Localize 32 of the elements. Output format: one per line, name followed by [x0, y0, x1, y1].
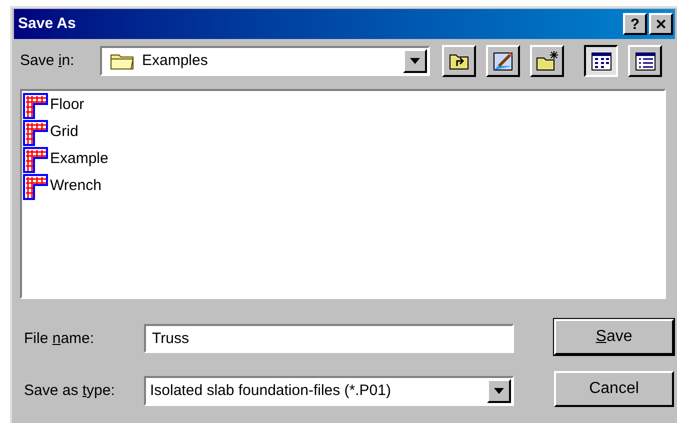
desktop-icon: [491, 49, 515, 73]
file-item[interactable]: Wrench: [23, 173, 664, 200]
new-folder-button[interactable]: [530, 45, 564, 77]
save-in-dropdown[interactable]: Examples: [100, 46, 430, 76]
dropdown-button[interactable]: [403, 49, 427, 73]
desktop-button[interactable]: [486, 45, 520, 77]
grid-file-icon: [23, 92, 49, 118]
close-button[interactable]: ×: [649, 13, 673, 35]
save-as-type-label: Save as type:: [24, 380, 116, 400]
file-name-field[interactable]: Truss: [144, 324, 514, 354]
grid-file-icon: [23, 146, 49, 172]
dialog-button[interactable]: Cancel: [554, 371, 674, 407]
grid-file-icon: [23, 120, 49, 146]
file-item[interactable]: Example: [23, 146, 664, 173]
save-as-type-value: Isolated slab foundation-files (*.P01): [150, 380, 392, 400]
caret-icon: [410, 58, 420, 64]
details-view-button[interactable]: [628, 45, 662, 77]
window-title: Save As: [18, 14, 77, 34]
file-name-label: File name:: [24, 328, 96, 348]
caret-icon: [494, 388, 504, 394]
save-in-value: Examples: [142, 50, 209, 71]
file-item[interactable]: Floor: [23, 92, 664, 119]
up-folder-button[interactable]: [442, 45, 476, 77]
new-folder-icon: [535, 49, 559, 73]
list-view-button[interactable]: [584, 45, 618, 77]
grid-file-icon: [23, 174, 49, 200]
dialog-button[interactable]: Save: [554, 319, 674, 355]
dropdown-button[interactable]: [487, 378, 511, 403]
save-as-type-dropdown[interactable]: Isolated slab foundation-files (*.P01): [144, 376, 514, 406]
help-button[interactable]: ?: [623, 13, 647, 35]
file-item[interactable]: Grid: [23, 119, 664, 146]
save-in-label: Save in:: [20, 50, 76, 71]
